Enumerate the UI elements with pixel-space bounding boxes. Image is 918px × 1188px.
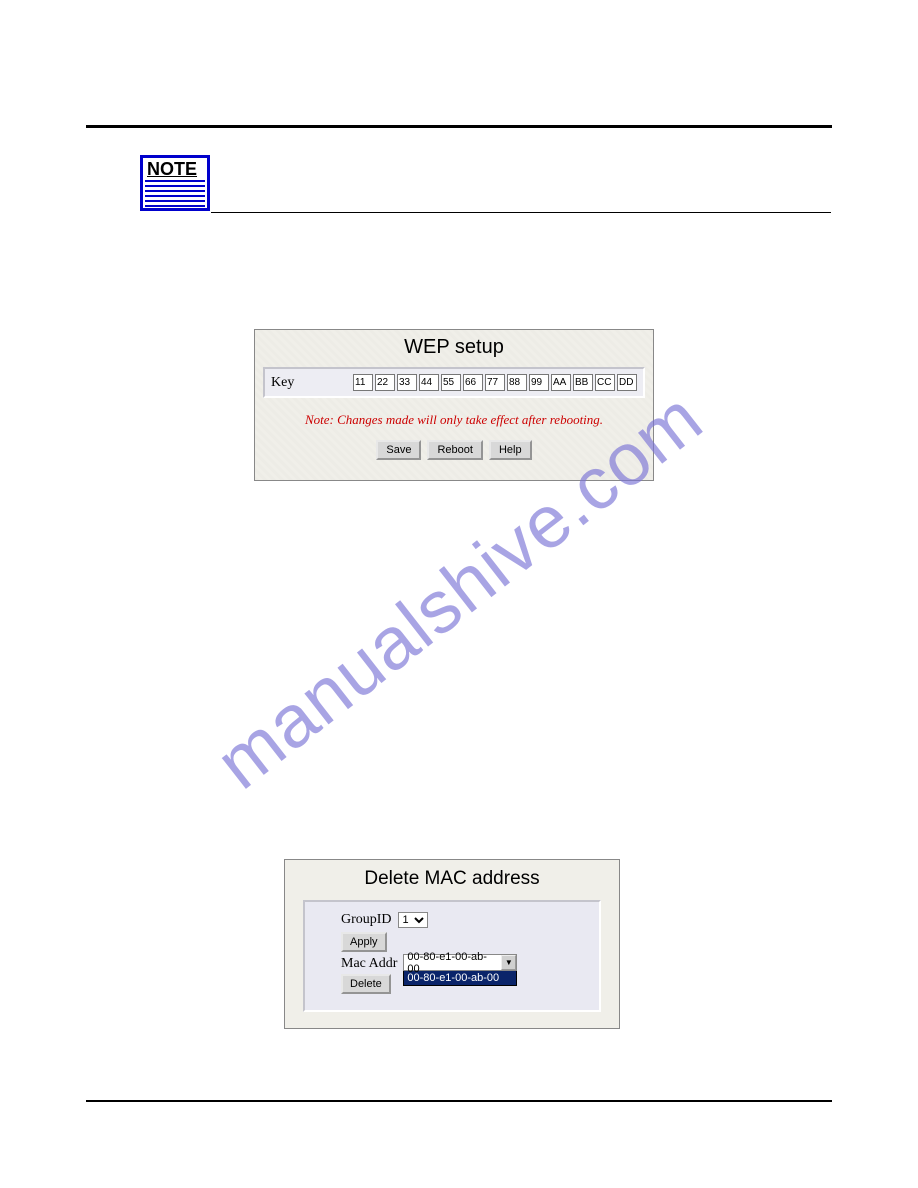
mac-addr-select-display[interactable]: 00-80-e1-00-ab-00 ▼: [403, 954, 517, 971]
wep-key-input-11[interactable]: [573, 374, 593, 391]
wep-setup-panel: WEP setup Key Note: Changes made will on…: [254, 329, 654, 481]
groupid-label: GroupID: [341, 912, 392, 928]
wep-key-input-1[interactable]: [353, 374, 373, 391]
horizontal-rule-note: [211, 212, 831, 213]
mac-addr-selected-value: 00-80-e1-00-ab-00: [404, 951, 501, 975]
save-button[interactable]: Save: [376, 440, 421, 460]
wep-key-input-8[interactable]: [507, 374, 527, 391]
wep-key-input-12[interactable]: [595, 374, 615, 391]
wep-key-fields: [353, 374, 637, 391]
groupid-select[interactable]: 1: [398, 912, 428, 928]
mac-addr-select[interactable]: 00-80-e1-00-ab-00 ▼ 00-80-e1-00-ab-00: [403, 954, 517, 986]
wep-key-input-4[interactable]: [419, 374, 439, 391]
mac-addr-label: Mac Addr: [341, 956, 397, 972]
wep-key-input-10[interactable]: [551, 374, 571, 391]
wep-key-input-7[interactable]: [485, 374, 505, 391]
delete-button[interactable]: Delete: [341, 974, 391, 994]
mac-panel-inner: GroupID 1 Apply Mac Addr Delete: [303, 900, 601, 1012]
chevron-down-icon[interactable]: ▼: [501, 955, 516, 970]
mac-addr-row: Mac Addr Delete 00-80-e1-00-ab-00 ▼ 00-8…: [341, 956, 563, 998]
groupid-row: GroupID 1: [341, 912, 563, 928]
wep-key-input-2[interactable]: [375, 374, 395, 391]
wep-key-input-3[interactable]: [397, 374, 417, 391]
horizontal-rule-top: [86, 125, 832, 128]
help-button[interactable]: Help: [489, 440, 532, 460]
note-icon-lines: [145, 180, 205, 207]
wep-key-input-5[interactable]: [441, 374, 461, 391]
wep-reboot-note: Note: Changes made will only take effect…: [255, 412, 653, 428]
wep-key-label: Key: [271, 375, 349, 391]
note-icon: NOTE: [140, 155, 210, 211]
apply-row: Apply: [341, 932, 563, 952]
wep-key-input-9[interactable]: [529, 374, 549, 391]
note-icon-label: NOTE: [145, 160, 205, 178]
mac-panel-title: Delete MAC address: [285, 860, 619, 900]
reboot-button[interactable]: Reboot: [427, 440, 482, 460]
wep-panel-title: WEP setup: [255, 330, 653, 367]
apply-button[interactable]: Apply: [341, 932, 387, 952]
wep-button-row: Save Reboot Help: [255, 440, 653, 460]
wep-key-input-13[interactable]: [617, 374, 637, 391]
horizontal-rule-bottom: [86, 1100, 832, 1102]
wep-key-input-6[interactable]: [463, 374, 483, 391]
delete-mac-panel: Delete MAC address GroupID 1 Apply Mac A…: [284, 859, 620, 1029]
wep-key-row: Key: [263, 367, 645, 398]
